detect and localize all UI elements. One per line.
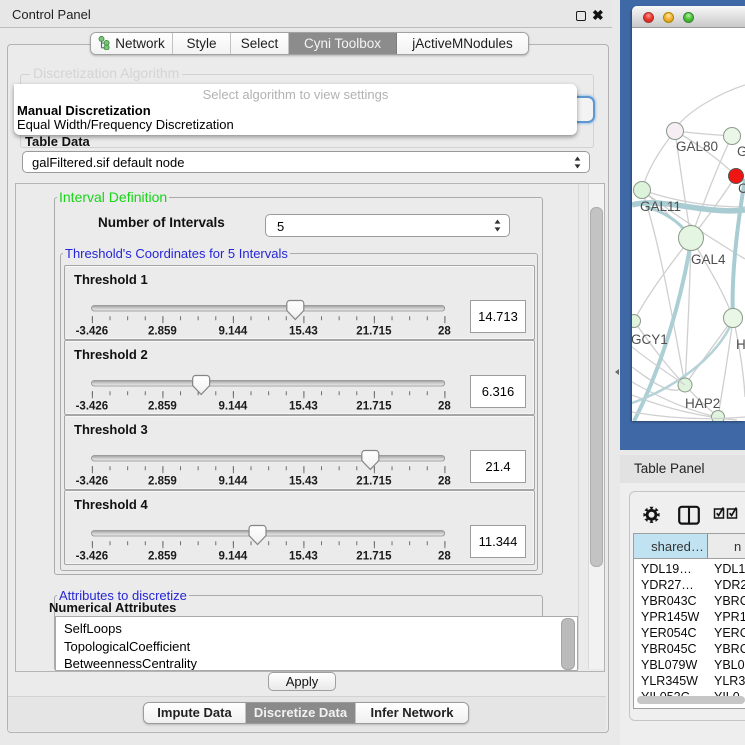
svg-text:21.715: 21.715	[356, 401, 392, 413]
svg-text:21.715: 21.715	[356, 551, 392, 563]
svg-text:9.144: 9.144	[219, 551, 248, 563]
svg-text:GAL4: GAL4	[691, 252, 726, 267]
svg-text:21.715: 21.715	[356, 326, 392, 338]
svg-text:2.859: 2.859	[148, 401, 177, 413]
svg-text:-3.426: -3.426	[76, 551, 109, 563]
svg-text:-3.426: -3.426	[76, 401, 109, 413]
svg-text:9.144: 9.144	[219, 326, 248, 338]
svg-text:2.859: 2.859	[148, 326, 177, 338]
svg-text:2.859: 2.859	[148, 551, 177, 563]
svg-text:9.144: 9.144	[219, 401, 248, 413]
svg-text:28: 28	[438, 551, 451, 563]
svg-text:15.43: 15.43	[289, 551, 318, 563]
svg-text:GAL11: GAL11	[640, 199, 681, 214]
svg-text:28: 28	[438, 401, 451, 413]
svg-text:2.859: 2.859	[148, 476, 177, 488]
svg-text:28: 28	[438, 476, 451, 488]
svg-text:H: H	[736, 337, 745, 352]
svg-text:15.43: 15.43	[289, 401, 318, 413]
svg-text:C: C	[738, 181, 745, 196]
svg-text:GAL80: GAL80	[676, 139, 718, 154]
svg-text:9.144: 9.144	[219, 476, 248, 488]
svg-text:GCY1: GCY1	[632, 332, 668, 347]
svg-text:21.715: 21.715	[356, 476, 392, 488]
svg-text:15.43: 15.43	[289, 326, 318, 338]
svg-text:GA: GA	[737, 144, 745, 159]
svg-text:15.43: 15.43	[289, 476, 318, 488]
svg-text:28: 28	[438, 326, 451, 338]
svg-text:-3.426: -3.426	[76, 476, 109, 488]
svg-text:-3.426: -3.426	[76, 326, 109, 338]
svg-text:HAP2: HAP2	[685, 396, 720, 411]
